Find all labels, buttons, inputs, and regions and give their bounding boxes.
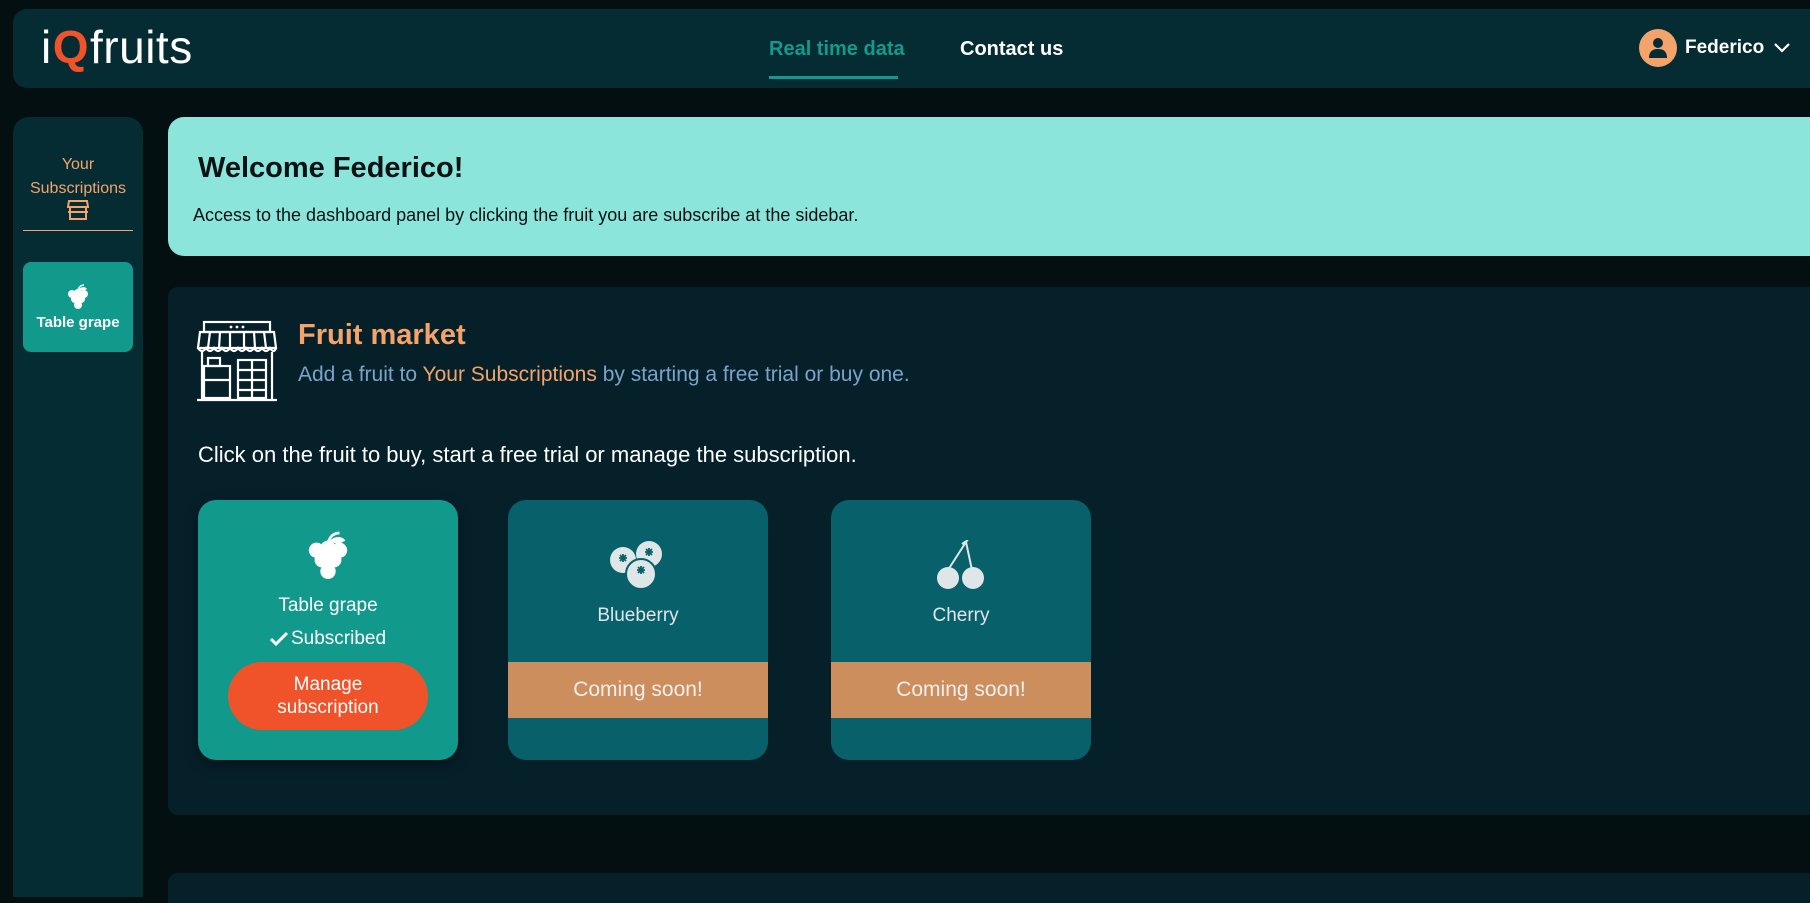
avatar — [1639, 29, 1677, 67]
market-store-icon — [196, 320, 278, 402]
check-icon — [269, 631, 288, 647]
card-icon-wrap — [831, 540, 1091, 592]
sidebar-item-label: Table grape — [36, 313, 120, 331]
next-panel — [168, 873, 1810, 903]
welcome-text: Access to the dashboard panel by clickin… — [193, 205, 859, 225]
logo-q: Q — [52, 21, 90, 73]
welcome-title: Welcome Federico! — [198, 152, 464, 184]
blueberry-icon — [610, 541, 662, 590]
iqfruits-logo[interactable]: i Qfruits — [41, 21, 193, 73]
nav-active-indicator — [769, 76, 898, 79]
manage-subscription-button[interactable]: Manage subscription — [228, 662, 428, 730]
grape-icon — [308, 531, 348, 579]
store-icon — [67, 200, 89, 220]
market-subtitle-highlight: Your Subscriptions — [422, 363, 597, 386]
market-instruction: Click on the fruit to buy, start a free … — [198, 442, 857, 467]
nav-contact-us[interactable]: Contact us — [960, 38, 1063, 61]
card-icon-wrap — [198, 530, 458, 582]
chevron-down-icon — [1774, 43, 1790, 53]
fruit-market-panel: Fruit market Add a fruit to Your Subscri… — [168, 287, 1810, 815]
logo-suffix: fruits — [90, 21, 193, 73]
market-subtitle: Add a fruit to Your Subscriptions by sta… — [298, 363, 910, 387]
card-icon-wrap — [508, 540, 768, 590]
sidebar-item-table-grape[interactable]: Table grape — [23, 262, 133, 352]
sidebar: Your Subscriptions Table grape — [13, 117, 143, 897]
fruit-card-cherry[interactable]: Cherry Coming soon! — [831, 500, 1091, 760]
cherry-icon — [937, 540, 984, 589]
welcome-banner: Welcome Federico! Access to the dashboar… — [168, 117, 1810, 256]
coming-soon-badge: Coming soon! — [508, 662, 768, 718]
fruit-card-table-grape[interactable]: Table grape Subscribed Manage subscripti… — [198, 500, 458, 760]
top-navbar: i Qfruits Real time data Contact us Feder… — [13, 9, 1810, 88]
nav-real-time-data[interactable]: Real time data — [769, 38, 905, 61]
grape-icon — [68, 283, 88, 309]
sidebar-title: Your Subscriptions — [29, 156, 127, 197]
sidebar-divider — [23, 230, 133, 231]
market-title: Fruit market — [298, 319, 466, 351]
fruit-card-name: Blueberry — [597, 605, 679, 626]
fruit-card-name: Cherry — [932, 605, 990, 626]
market-subtitle-after: by starting a free trial or buy one. — [596, 363, 910, 386]
fruit-card-name: Table grape — [278, 595, 378, 616]
user-icon — [1649, 38, 1667, 58]
market-subtitle-before: Add a fruit to — [298, 363, 423, 386]
user-menu[interactable]: Federico — [1639, 29, 1792, 67]
fruit-card-blueberry[interactable]: Blueberry Coming soon! — [508, 500, 768, 760]
user-name: Federico — [1685, 37, 1765, 58]
subscribed-label: Subscribed — [290, 628, 387, 649]
logo-prefix: i — [41, 21, 52, 73]
subscribed-status: Subscribed — [198, 628, 458, 650]
coming-soon-badge: Coming soon! — [831, 662, 1091, 718]
